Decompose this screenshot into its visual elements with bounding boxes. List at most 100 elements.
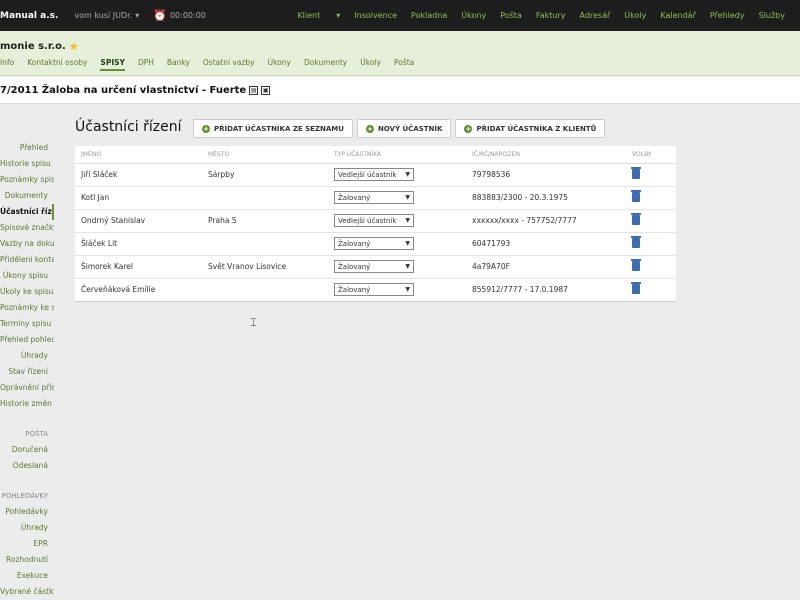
participant-id: 883883/2300 - 20.3.1975 [466,186,626,210]
column-header-name[interactable]: JMÉNO [75,146,202,164]
table-row: Šimorek Karel Svět Vranov Lisovice Žalov… [75,255,676,279]
sidebar-item-uhrady-pohl[interactable]: Úhrady [0,520,54,536]
delete-icon[interactable] [631,212,641,225]
participant-city: Praha 5 [202,209,328,233]
sidebar-item-exekuce[interactable]: Exekuce [0,568,54,584]
plus-icon: + [464,124,473,133]
table-row: Ondrný Stanislav Praha 5 Vedlejší účastn… [75,209,676,233]
column-header-city[interactable]: MĚSTO [202,146,328,164]
select-value: Žalovaný [338,262,371,271]
nav-insolvence[interactable]: Insolvence [354,11,397,20]
nav-ukony[interactable]: Úkony [461,11,486,20]
table-header-row: JMÉNO MĚSTO TYP ÚČASTNÍKA IČ/RČ/NAROZEN … [75,146,676,164]
dropdown-arrow-icon: ▼ [405,217,410,224]
sidebar-item-kontakty[interactable]: Přidělení kontakty [0,252,54,268]
add-participant-from-clients-button[interactable]: + PŘIDAT ÚČASTNÍKA Z KLIENTŮ [455,119,606,138]
sidebar-item-prehled[interactable]: Přehled [0,140,54,156]
dropdown-arrow-icon: ▼ [405,194,410,201]
sidebar-item-poznamky-ke-spisu[interactable]: Poznámky ke spisu [0,300,54,316]
sidebar-item-historie[interactable]: Historie spisu [0,156,54,172]
tab-info[interactable]: Info [0,58,14,71]
sidebar-item-rozhodnuti[interactable]: Rozhodnutí [0,552,54,568]
sidebar-item-epr[interactable]: EPR [0,536,54,552]
nav-pokladna[interactable]: Pokladna [411,11,447,20]
participant-type-select[interactable]: Vedlejší účastník ▼ [334,168,414,181]
sidebar-item-uhrady[interactable]: Úhrady [0,348,54,364]
timer[interactable]: ⏰ 00:00:00 [153,9,206,22]
participant-name[interactable]: Kotl Jan [75,186,202,210]
sidebar-item-spisove-znacky[interactable]: Spisové značky [0,220,54,236]
sidebar-item-pohledavky[interactable]: Pohledávky [0,504,54,520]
sidebar-item-vybrane-castky[interactable]: Vybrané částky [0,584,54,600]
select-value: Vedlejší účastník [338,170,397,179]
new-participant-button[interactable]: + NOVÝ ÚČASTNÍK [356,119,452,138]
sidebar-item-dorucena[interactable]: Doručená [0,442,54,458]
sidebar-item-poznamky[interactable]: Poznámky spisu [0,172,54,188]
tab-dph[interactable]: DPH [138,58,154,71]
sidebar-item-opravneni[interactable]: Oprávnění přístupu [0,380,54,396]
nav-posta[interactable]: Pošta [500,11,522,20]
alarm-clock-icon: ⏰ [153,9,167,22]
sidebar-item-ukony[interactable]: Úkony spisu [0,268,54,284]
delete-icon[interactable] [631,281,641,294]
sidebar-section-pohledavky: POHLEDÁVKY [1,492,48,500]
sidebar-item-terminy[interactable]: Termíny spisu [0,316,54,332]
tab-dokumenty[interactable]: Dokumenty [304,58,347,71]
tab-kontaktni-osoby[interactable]: Kontaktní osoby [27,58,87,71]
print-icon[interactable]: ▤ [249,85,259,95]
dropdown-arrow-icon: ▼ [405,171,410,178]
delete-icon[interactable] [631,166,641,179]
participant-type-select[interactable]: Žalovaný ▼ [334,260,414,273]
user-menu[interactable]: vom kusí JUDr. ▾ [74,11,139,20]
participant-name[interactable]: Ondrný Stanislav [75,209,202,233]
case-sidebar: Přehled Historie spisu Poznámky spisu Do… [0,140,54,600]
participant-name[interactable]: Šimorek Karel [75,255,202,279]
brand-name[interactable]: Manual a.s. [0,11,58,21]
participant-type-select[interactable]: Žalovaný ▼ [334,191,414,204]
tab-spisy[interactable]: SPISY [100,58,125,71]
tab-ostatni-vazby[interactable]: Ostatní vazby [203,58,255,71]
sidebar-item-prehled-pohledavky[interactable]: Přehled pohledávky [0,332,54,348]
delete-icon[interactable] [631,189,641,202]
sidebar-item-ucastnici[interactable]: Účastníci řízení [0,204,54,220]
nav-sluzby[interactable]: Služby [759,11,785,20]
sidebar-item-dokumenty[interactable]: Dokumenty [0,188,54,204]
tab-posta[interactable]: Pošta [394,58,414,71]
tab-ukony[interactable]: Úkony [268,58,291,71]
nav-klient[interactable]: Klient ▾ [283,11,340,20]
sidebar-item-vazby[interactable]: Vazby na dokumenty [0,236,54,252]
sidebar-item-odeslana[interactable]: Odeslaná [0,458,54,474]
participant-name[interactable]: Jiří Sláček [75,163,202,187]
participant-name[interactable]: Šláček Lit [75,232,202,256]
chevron-down-icon: ▾ [336,11,341,20]
participant-type-select[interactable]: Vedlejší účastník ▼ [334,214,414,227]
chevron-down-icon: ▾ [135,11,140,20]
participant-type-select[interactable]: Žalovaný ▼ [334,283,414,296]
sidebar-item-stav-rizeni[interactable]: Stav řízení [0,364,54,380]
nav-ukoly[interactable]: Úkoly [624,11,646,20]
timer-value: 00:00:00 [169,11,206,20]
company-title: monie s.r.o. ★ [0,40,79,53]
sidebar-item-historie-zmen[interactable]: Historie změn [0,396,54,412]
tab-ukoly[interactable]: Úkoly [360,58,381,71]
participant-name[interactable]: Červeňáková Emílie [75,278,202,302]
participant-city [202,232,328,256]
page-title: Účastníci řízení [75,119,182,135]
export-icon[interactable]: ▣ [261,85,271,95]
nav-adresar[interactable]: Adresář [579,11,610,20]
participant-city [202,278,328,302]
column-header-type[interactable]: TYP ÚČASTNÍKA [328,146,466,164]
nav-prehledy[interactable]: Přehledy [710,11,745,20]
nav-faktury[interactable]: Faktury [536,11,566,20]
tab-banky[interactable]: Banky [167,58,190,71]
delete-icon[interactable] [631,258,641,271]
column-header-id[interactable]: IČ/RČ/NAROZEN [466,146,626,164]
participant-type-select[interactable]: Žalovaný ▼ [334,237,414,250]
delete-icon[interactable] [631,235,641,248]
add-participant-from-list-button[interactable]: + PŘIDAT ÚČASTNÍKA ZE SEZNAMU [193,119,353,138]
select-value: Žalovaný [338,239,371,248]
sidebar-item-ukoly[interactable]: Úkoly ke spisu [0,284,54,300]
table-row: Jiří Sláček Sárpby Vedlejší účastník ▼ 79… [75,163,676,187]
nav-kalendar[interactable]: Kalendář [660,11,696,20]
star-icon[interactable]: ★ [69,40,79,53]
